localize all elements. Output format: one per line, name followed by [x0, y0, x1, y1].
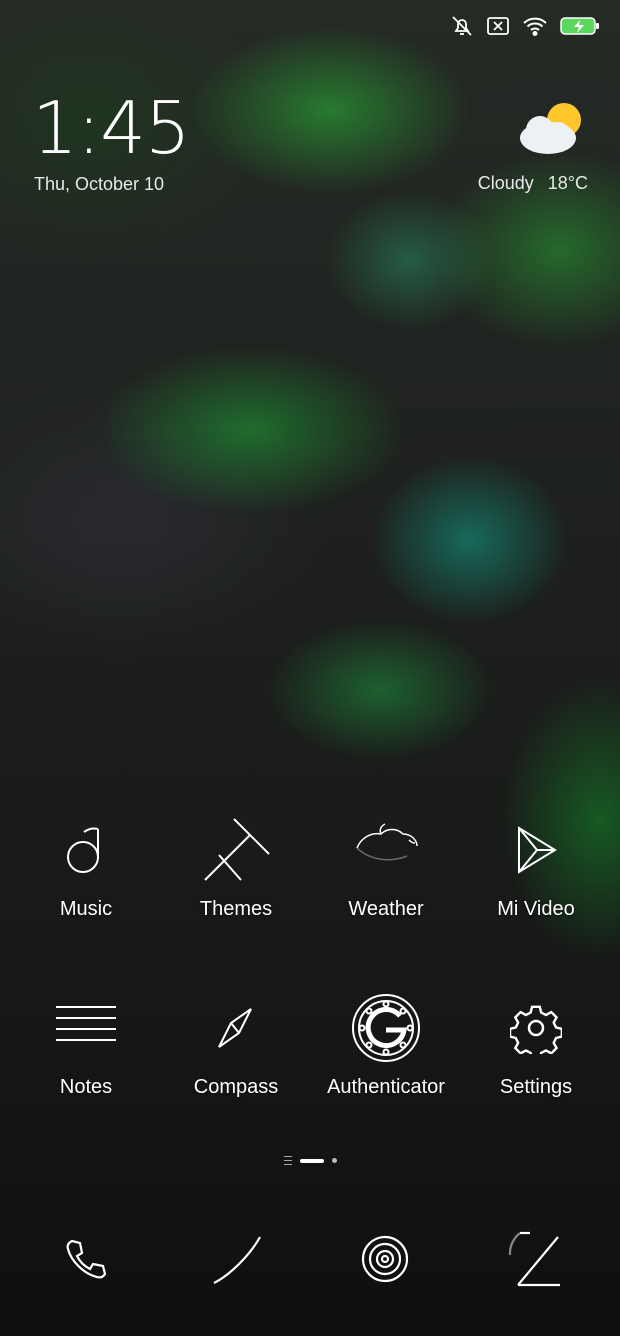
app-mi-video[interactable]: Mi Video: [461, 810, 611, 921]
compass-icon: [218, 1008, 252, 1048]
weather-summary[interactable]: Cloudy 18°C: [478, 173, 588, 194]
settings-icon: [510, 1005, 562, 1054]
app-label: Themes: [199, 898, 273, 920]
app-label: Settings: [499, 1076, 573, 1098]
wifi-icon: [523, 17, 547, 36]
weather-icon: [356, 823, 418, 861]
app-notes[interactable]: Notes: [11, 988, 161, 1099]
music-icon: [67, 827, 99, 873]
dock-camera[interactable]: [345, 1224, 425, 1294]
app-label: Music: [59, 898, 113, 920]
wallpaper: [0, 0, 620, 1336]
app-themes[interactable]: Themes: [161, 810, 311, 921]
dock-phone[interactable]: [46, 1224, 126, 1294]
notes-icon: [56, 1006, 116, 1041]
app-label: Compass: [193, 1076, 279, 1098]
partly-cloudy-icon[interactable]: [516, 100, 588, 160]
status-bar: [450, 14, 600, 38]
page-indicator[interactable]: [0, 1156, 620, 1165]
weather-condition: Cloudy: [477, 173, 534, 193]
app-label: Mi Video: [497, 898, 575, 920]
browser-icon: [213, 1236, 261, 1284]
app-label: Authenticator: [327, 1076, 445, 1098]
page-indicator-current[interactable]: [299, 1158, 324, 1163]
app-weather[interactable]: Weather: [311, 810, 461, 921]
gallery-icon: [508, 1231, 560, 1287]
app-compass[interactable]: Compass: [161, 988, 311, 1099]
dock-gallery[interactable]: [492, 1224, 572, 1294]
weather-temperature: 18°C: [547, 173, 588, 193]
sim-missing-icon: [487, 17, 509, 35]
app-authenticator[interactable]: Authenticator: [311, 988, 461, 1099]
mi-video-icon: [518, 826, 557, 874]
app-music[interactable]: Music: [11, 810, 161, 921]
page-indicator-menu[interactable]: [283, 1156, 292, 1165]
page-indicator-dot[interactable]: [331, 1158, 337, 1163]
clock-date: Thu, October 10: [34, 174, 165, 194]
notifications-off-icon: [452, 16, 472, 36]
phone-icon: [66, 1239, 107, 1279]
dock-browser[interactable]: [198, 1224, 278, 1294]
app-settings[interactable]: Settings: [461, 988, 611, 1099]
app-label: Notes: [59, 1076, 113, 1098]
themes-icon: [204, 818, 270, 881]
clock-time[interactable]: 1:45: [32, 92, 191, 164]
battery-charging-icon: [560, 17, 599, 35]
authenticator-icon: [352, 994, 420, 1062]
app-label: Weather: [348, 898, 424, 920]
camera-icon: [361, 1235, 409, 1283]
